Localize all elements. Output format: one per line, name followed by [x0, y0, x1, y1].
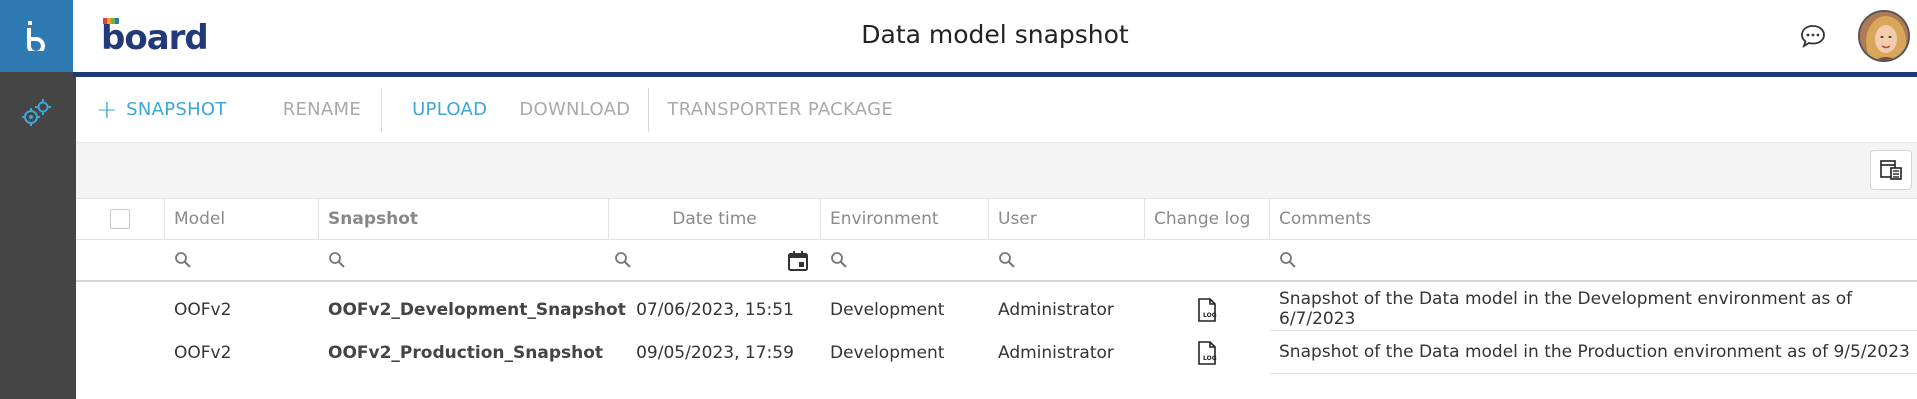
- calendar-icon[interactable]: [787, 250, 809, 272]
- plus-icon: +: [96, 94, 119, 125]
- filter-datetime[interactable]: [609, 240, 821, 280]
- chat-icon[interactable]: [1799, 23, 1827, 49]
- rename-label: RENAME: [282, 99, 362, 120]
- add-snapshot-button[interactable]: + SNAPSHOT: [76, 77, 247, 142]
- app-header: board Data model snapshot: [73, 0, 1917, 72]
- column-header-user[interactable]: User: [989, 199, 1145, 239]
- download-button[interactable]: DOWNLOAD: [507, 77, 648, 142]
- svg-text:LOG: LOG: [1203, 355, 1217, 362]
- cell-datetime: 07/06/2023, 15:51: [636, 299, 794, 320]
- filter-changelog-spacer: [1145, 240, 1270, 280]
- cell-changelog: LOG: [1145, 331, 1270, 374]
- search-icon: [999, 252, 1015, 268]
- svg-text:LOG: LOG: [1203, 312, 1217, 319]
- cell-environment: Development: [830, 299, 945, 320]
- cell-changelog: LOG: [1145, 288, 1270, 331]
- select-all-cell: [76, 199, 165, 239]
- avatar[interactable]: [1858, 10, 1910, 62]
- filter-comments[interactable]: [1270, 240, 1917, 280]
- transporter-package-button[interactable]: TRANSPORTER PACKAGE: [649, 77, 913, 142]
- log-file-icon[interactable]: LOG: [1194, 297, 1220, 323]
- column-header-model[interactable]: Model: [165, 199, 319, 239]
- cell-model: OOFv2: [174, 299, 232, 320]
- upload-button[interactable]: UPLOAD: [382, 77, 507, 142]
- filter-model[interactable]: [165, 240, 319, 280]
- row-select-cell[interactable]: [76, 288, 165, 331]
- grid-top-bar: [76, 142, 1917, 198]
- search-icon: [175, 252, 191, 268]
- snapshot-grid: Model Snapshot Date time Environment Use…: [76, 198, 1917, 374]
- left-rail: [0, 0, 76, 399]
- grid-header-row: Model Snapshot Date time Environment Use…: [76, 198, 1917, 240]
- column-header-changelog[interactable]: Change log: [1145, 199, 1270, 239]
- search-icon: [329, 252, 345, 268]
- cell-datetime: 09/05/2023, 17:59: [636, 342, 794, 363]
- row-select-cell[interactable]: [76, 331, 165, 374]
- filter-snapshot[interactable]: [319, 240, 609, 280]
- cell-snapshot: OOFv2_Production_Snapshot: [328, 342, 604, 363]
- column-header-snapshot[interactable]: Snapshot: [319, 199, 609, 239]
- transporter-package-label: TRANSPORTER PACKAGE: [667, 99, 893, 120]
- select-all-checkbox[interactable]: [110, 209, 130, 229]
- board-b-icon[interactable]: [0, 0, 73, 72]
- column-chooser-icon: [1880, 160, 1902, 180]
- cell-user: Administrator: [998, 299, 1114, 320]
- search-icon: [1280, 252, 1296, 268]
- upload-label: UPLOAD: [412, 99, 488, 120]
- page-title: Data model snapshot: [861, 20, 1129, 49]
- column-header-comments[interactable]: Comments: [1270, 199, 1917, 239]
- filter-environment[interactable]: [821, 240, 989, 280]
- log-file-icon[interactable]: LOG: [1194, 340, 1220, 366]
- search-icon: [615, 252, 631, 268]
- column-chooser-button[interactable]: [1870, 150, 1912, 190]
- cell-model: OOFv2: [174, 342, 232, 363]
- settings-gears-icon[interactable]: [20, 95, 54, 129]
- filter-user[interactable]: [989, 240, 1145, 280]
- grid-filter-row: [76, 240, 1917, 282]
- column-header-datetime[interactable]: Date time: [609, 199, 821, 239]
- toolbar: + SNAPSHOT RENAME UPLOAD DOWNLOAD TRANSP…: [76, 77, 1917, 142]
- add-snapshot-label: SNAPSHOT: [126, 99, 227, 120]
- table-row[interactable]: OOFv2 OOFv2_Production_Snapshot 09/05/20…: [76, 331, 1917, 374]
- download-label: DOWNLOAD: [519, 99, 631, 120]
- search-icon: [831, 252, 847, 268]
- column-header-environment[interactable]: Environment: [821, 199, 989, 239]
- cell-comments: Snapshot of the Data model in the Produc…: [1270, 331, 1917, 374]
- cell-user: Administrator: [998, 342, 1114, 363]
- rename-button[interactable]: RENAME: [247, 77, 381, 142]
- table-row[interactable]: OOFv2 OOFv2_Development_Snapshot 07/06/2…: [76, 288, 1917, 331]
- cell-environment: Development: [830, 342, 945, 363]
- cell-snapshot: OOFv2_Development_Snapshot: [328, 299, 626, 320]
- filter-spacer: [76, 240, 165, 280]
- cell-comments: Snapshot of the Data model in the Develo…: [1270, 288, 1917, 331]
